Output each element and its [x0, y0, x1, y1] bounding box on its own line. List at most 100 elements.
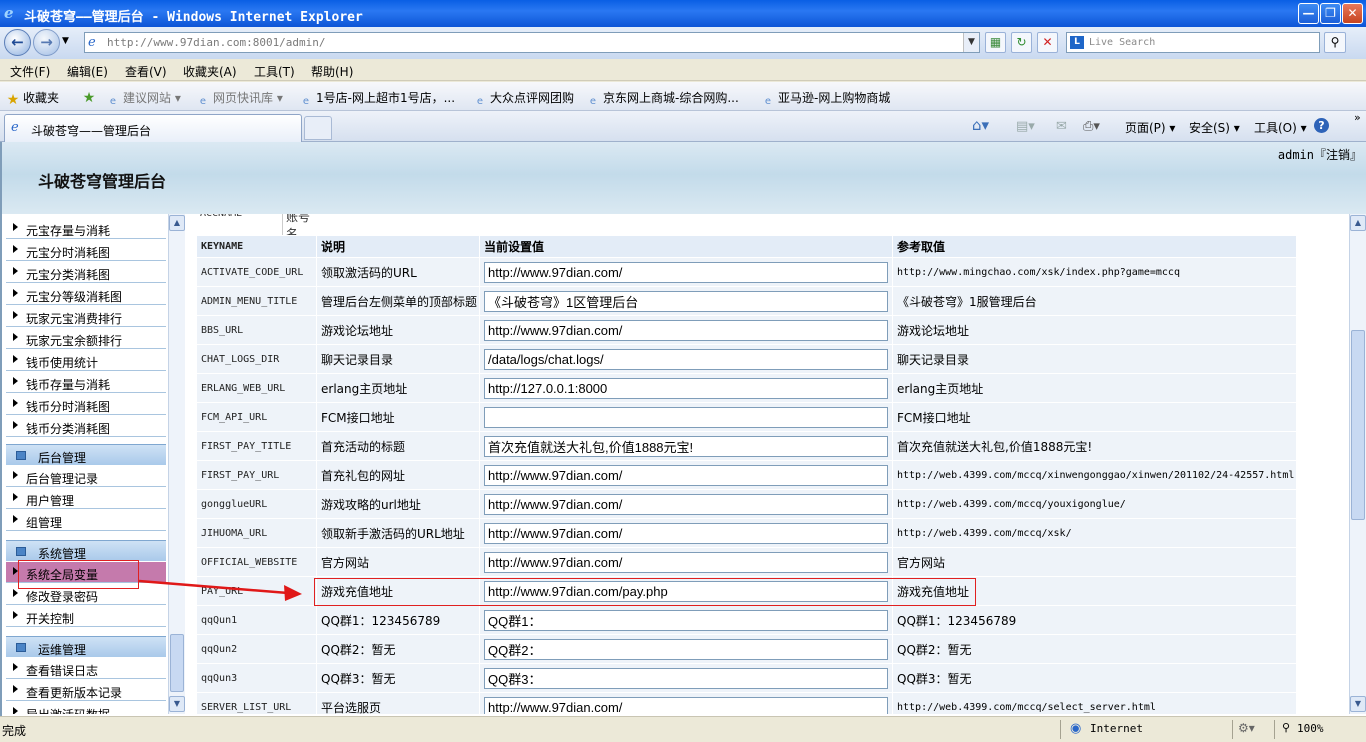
- recent-pages-dropdown-icon[interactable]: ▼: [62, 36, 69, 46]
- menu-item[interactable]: 钱币分类消耗图: [6, 416, 166, 437]
- maximize-button[interactable]: ❐: [1320, 3, 1341, 24]
- menu-group-ops[interactable]: 运维管理: [6, 636, 166, 657]
- row-value-input[interactable]: [484, 609, 888, 631]
- menu-item[interactable]: 后台管理记录: [6, 466, 166, 487]
- left-menu-scrollbar[interactable]: ▲ ▼: [168, 214, 185, 714]
- row-ref: 游戏论坛地址: [892, 315, 1297, 345]
- row-value-input[interactable]: [484, 377, 888, 399]
- print-icon[interactable]: ⎙▾: [1083, 119, 1100, 134]
- menu-view[interactable]: 查看(V): [125, 63, 167, 80]
- row-value-input[interactable]: [484, 348, 888, 370]
- menu-item[interactable]: 钱币使用统计: [6, 350, 166, 371]
- mail-icon[interactable]: ✉: [1056, 119, 1067, 134]
- compatibility-view-icon[interactable]: ▦: [985, 32, 1006, 53]
- scroll-thumb[interactable]: [1351, 330, 1365, 520]
- forward-button[interactable]: →: [33, 29, 60, 56]
- feeds-icon[interactable]: ▤▾: [1016, 119, 1035, 134]
- row-value-input[interactable]: [484, 493, 888, 515]
- menu-tools[interactable]: 工具(T): [254, 63, 295, 80]
- tab-admin[interactable]: e 斗破苍穹——管理后台: [4, 114, 302, 142]
- safety-menu[interactable]: 安全(S) ▾: [1189, 119, 1240, 136]
- fav-item-jd[interactable]: e 京东网上商城-综合网购...: [586, 89, 739, 109]
- row-value-input[interactable]: [484, 261, 888, 283]
- favorites-button[interactable]: ★ 收藏夹: [6, 89, 59, 107]
- stop-icon[interactable]: ✕: [1037, 32, 1058, 53]
- search-field[interactable]: L Live Search: [1066, 32, 1320, 53]
- row-value-cell: [479, 344, 893, 374]
- row-value-input[interactable]: [484, 319, 888, 341]
- menu-favorites[interactable]: 收藏夹(A): [183, 63, 237, 80]
- menu-item[interactable]: 元宝存量与消耗: [6, 218, 166, 239]
- menu-item[interactable]: 导出激活码数据: [6, 702, 166, 714]
- row-value-input[interactable]: [484, 290, 888, 312]
- row-value-input[interactable]: [484, 667, 888, 689]
- table-row: qqQun2QQ群2：暂无QQ群2：暂无: [196, 634, 1297, 664]
- address-dropdown-icon[interactable]: ▼: [963, 33, 979, 52]
- page-icon: e: [88, 35, 96, 50]
- fav-item-amazon[interactable]: e 亚马逊-网上购物商城: [761, 89, 890, 109]
- menu-item[interactable]: 组管理: [6, 510, 166, 531]
- page-menu[interactable]: 页面(P) ▾: [1125, 119, 1175, 136]
- menu-edit[interactable]: 编辑(E): [67, 63, 108, 80]
- row-value-input[interactable]: [484, 551, 888, 573]
- add-favorite-icon[interactable]: ★: [82, 89, 99, 105]
- row-value-input[interactable]: [484, 638, 888, 660]
- previous-row: ACCNAME 账号名: [196, 214, 316, 242]
- menu-item[interactable]: 元宝分时消耗图: [6, 240, 166, 261]
- menu-item[interactable]: 玩家元宝余额排行: [6, 328, 166, 349]
- menu-item[interactable]: 元宝分类消耗图: [6, 262, 166, 283]
- menu-file[interactable]: 文件(F): [10, 63, 50, 80]
- menu-item[interactable]: 查看更新版本记录: [6, 680, 166, 701]
- help-icon[interactable]: ?: [1314, 118, 1329, 133]
- row-ref: 《斗破苍穹》1服管理后台: [892, 286, 1297, 316]
- menu-item[interactable]: 查看错误日志: [6, 658, 166, 679]
- security-zone[interactable]: Internet: [1090, 722, 1143, 735]
- zoom-level[interactable]: 100%: [1297, 722, 1324, 735]
- scroll-down-icon[interactable]: ▼: [1350, 696, 1366, 712]
- home-icon[interactable]: ⌂▾: [972, 116, 989, 134]
- protected-mode-icon[interactable]: ⚙▾: [1238, 721, 1255, 735]
- user-logout-link[interactable]: admin『注销』: [1278, 146, 1362, 163]
- menu-item[interactable]: 钱币分时消耗图: [6, 394, 166, 415]
- tools-menu[interactable]: 工具(O) ▾: [1254, 119, 1307, 136]
- menu-item[interactable]: 开关控制: [6, 606, 166, 627]
- menu-item-label: 元宝分等级消耗图: [26, 290, 123, 304]
- fav-item-webslice[interactable]: e 网页快讯库 ▾: [196, 89, 283, 109]
- arrow-icon: [13, 245, 18, 253]
- highlight-box-row: [314, 578, 976, 606]
- menu-help[interactable]: 帮助(H): [311, 63, 353, 80]
- back-button[interactable]: ←: [4, 29, 31, 56]
- address-field[interactable]: e http://www.97dian.com:8001/admin/ ▼: [84, 32, 980, 53]
- menu-item[interactable]: 用户管理: [6, 488, 166, 509]
- row-value-cell: [479, 431, 893, 461]
- search-go-icon[interactable]: ⚲: [1324, 32, 1346, 53]
- row-value-cell: [479, 460, 893, 490]
- row-value-cell: [479, 402, 893, 432]
- row-value-input[interactable]: [484, 435, 888, 457]
- refresh-icon[interactable]: ↻: [1011, 32, 1032, 53]
- scroll-up-icon[interactable]: ▲: [1350, 215, 1366, 231]
- menu-item-label: 修改登录密码: [26, 590, 99, 604]
- page-scrollbar[interactable]: ▲ ▼: [1349, 214, 1366, 714]
- address-toolbar: ← → ▼ e http://www.97dian.com:8001/admin…: [0, 27, 1366, 59]
- row-value-input[interactable]: [484, 696, 888, 714]
- row-value-input[interactable]: [484, 464, 888, 486]
- scroll-thumb[interactable]: [170, 634, 184, 692]
- fav-item-yhd[interactable]: e 1号店-网上超市1号店，...: [299, 89, 455, 109]
- minimize-button[interactable]: —: [1298, 3, 1319, 24]
- menu-item[interactable]: 元宝分等级消耗图: [6, 284, 166, 305]
- close-button[interactable]: ✕: [1342, 3, 1363, 24]
- menu-group-backend[interactable]: 后台管理: [6, 444, 166, 465]
- row-value-input[interactable]: [484, 522, 888, 544]
- fav-item-suggested[interactable]: e 建议网站 ▾: [106, 89, 181, 109]
- fav-item-dianping[interactable]: e 大众点评网团购: [473, 89, 574, 109]
- more-commands-icon[interactable]: »: [1354, 111, 1361, 124]
- row-value-input[interactable]: [484, 406, 888, 428]
- menu-item[interactable]: 玩家元宝消费排行: [6, 306, 166, 327]
- new-tab-button[interactable]: [304, 116, 332, 140]
- scroll-up-icon[interactable]: ▲: [169, 215, 185, 231]
- scroll-down-icon[interactable]: ▼: [169, 696, 185, 712]
- menu-group-system[interactable]: 系统管理: [6, 540, 166, 561]
- menu-item[interactable]: 钱币存量与消耗: [6, 372, 166, 393]
- menu-item-label: 组管理: [26, 516, 63, 530]
